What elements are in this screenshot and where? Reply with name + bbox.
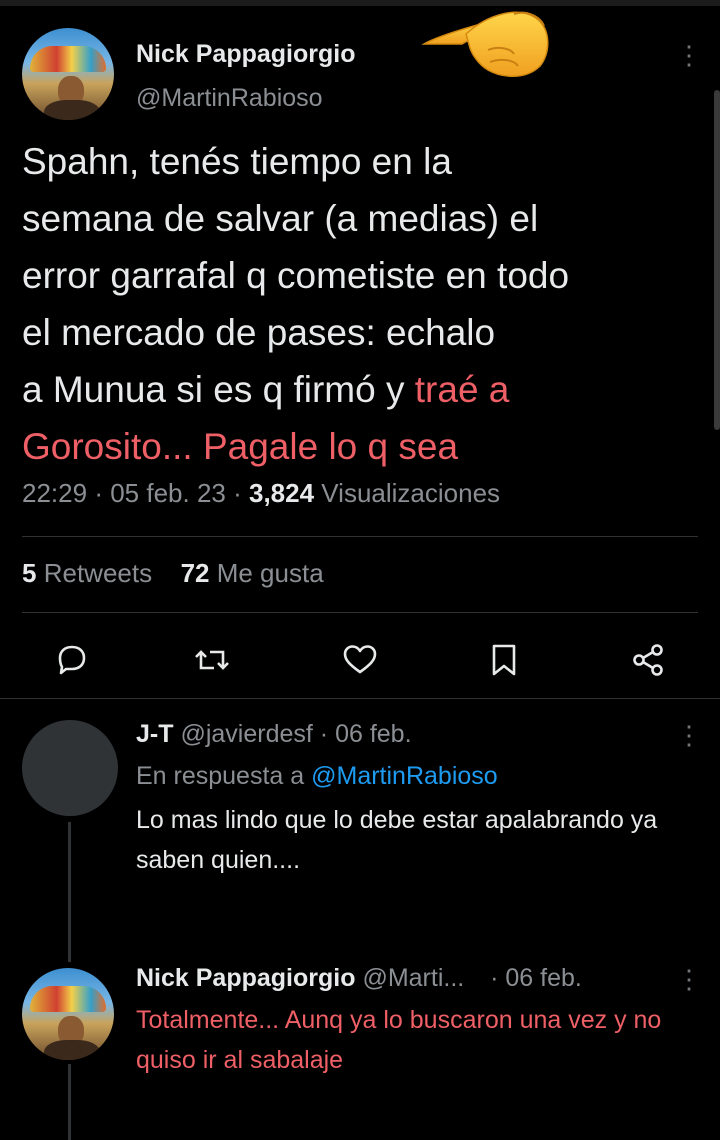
more-options-icon[interactable]: ⋮: [676, 720, 702, 751]
meta-separator: ·: [233, 478, 249, 508]
thread-line: [68, 822, 71, 962]
author-avatar[interactable]: [22, 28, 114, 120]
engagement-stats: 5 Retweets 72 Me gusta: [22, 558, 324, 589]
meta-separator: ·: [94, 478, 111, 508]
retweets-label[interactable]: Retweets: [44, 558, 152, 588]
reply-text: Lo mas lindo que lo debe estar apalabran…: [136, 806, 658, 874]
likes-label[interactable]: Me gusta: [217, 558, 324, 588]
reply-date[interactable]: 06 feb.: [505, 964, 581, 992]
likes-count[interactable]: 72: [181, 558, 210, 588]
author-handle[interactable]: @MartinRabioso: [136, 84, 323, 113]
in-reply-handle-link[interactable]: @MartinRabioso: [311, 762, 498, 790]
tweet-time[interactable]: 22:29: [22, 478, 87, 508]
reply-date[interactable]: 06 feb.: [335, 720, 411, 748]
divider: [0, 698, 720, 699]
views-label: Visualizaciones: [321, 478, 501, 508]
reply-header: Nick Pappagiorgio @Marti... · 06 feb.: [136, 964, 582, 993]
meta-separator: ·: [319, 720, 336, 748]
avatar-umbrella: [30, 986, 106, 1012]
avatar-body: [44, 100, 100, 120]
reply-avatar[interactable]: [22, 968, 114, 1060]
divider: [22, 536, 698, 537]
top-divider: [0, 0, 720, 6]
like-icon[interactable]: [340, 640, 380, 680]
thread-line: [68, 1064, 71, 1140]
avatar-body: [44, 1040, 100, 1060]
share-icon[interactable]: [628, 640, 668, 680]
retweet-icon[interactable]: [192, 640, 232, 680]
bookmark-icon[interactable]: [484, 640, 524, 680]
action-bar: [0, 632, 720, 684]
tweet-date[interactable]: 05 feb. 23: [110, 478, 226, 508]
meta-separator: ·: [490, 964, 506, 992]
avatar-umbrella: [30, 46, 106, 72]
in-reply-to: En respuesta a @MartinRabioso: [136, 762, 498, 791]
reply-author-name[interactable]: J-T: [136, 720, 174, 748]
reply-avatar[interactable]: [22, 720, 118, 816]
author-name[interactable]: Nick Pappagiorgio: [136, 40, 355, 69]
in-reply-prefix: En respuesta a: [136, 762, 305, 790]
reply-icon[interactable]: [52, 640, 92, 680]
more-options-icon[interactable]: ⋮: [676, 42, 702, 68]
more-options-icon[interactable]: ⋮: [676, 964, 702, 995]
reply-author-handle[interactable]: @javierdesf: [180, 720, 312, 748]
reply-author-name[interactable]: Nick Pappagiorgio: [136, 964, 355, 992]
tweet-meta: 22:29 · 05 feb. 23 · 3,824 Visualizacion…: [22, 478, 500, 509]
tweet-text: Spahn, tenés tiempo en la semana de salv…: [22, 133, 712, 475]
scrollbar[interactable]: [714, 90, 720, 430]
reply-text: Totalmente... Aunq ya lo buscaron una ve…: [136, 1006, 662, 1074]
reply-header: J-T @javierdesf · 06 feb.: [136, 720, 412, 749]
pointing-hand-emoji-icon: [421, 11, 549, 77]
retweets-count[interactable]: 5: [22, 558, 36, 588]
reply-author-handle[interactable]: @Marti...: [362, 964, 464, 992]
divider: [22, 612, 698, 613]
views-count: 3,824: [248, 478, 315, 508]
